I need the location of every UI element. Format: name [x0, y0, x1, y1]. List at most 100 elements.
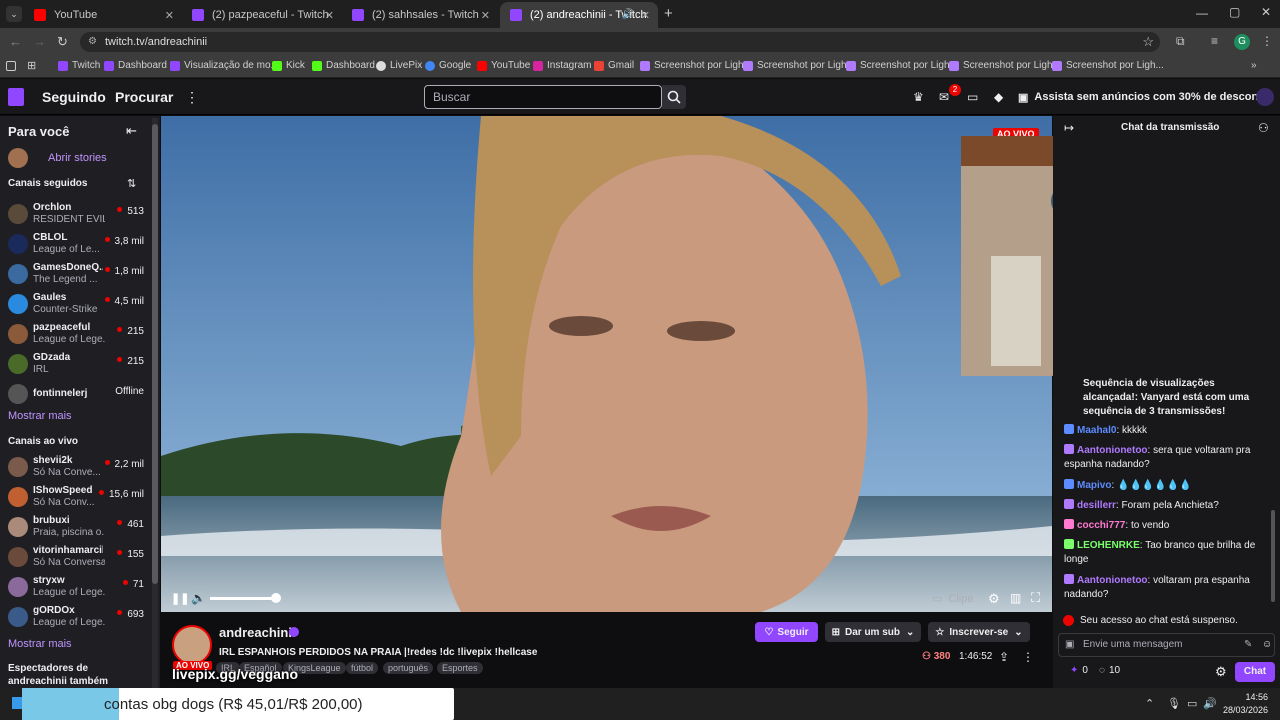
fullscreen-icon[interactable]: ⛶: [1031, 590, 1040, 606]
channel-avatar[interactable]: [172, 625, 212, 665]
bookmarks-overflow-icon[interactable]: »: [1251, 60, 1257, 71]
chat-send-button[interactable]: Chat: [1235, 662, 1275, 682]
more-options-icon[interactable]: ⋮: [1022, 650, 1034, 664]
chat-settings-icon[interactable]: ⚙: [1215, 664, 1227, 680]
maximize-button[interactable]: ▢: [1229, 5, 1240, 19]
sidebar-channel-pazpeaceful[interactable]: pazpeaceful League of Lege... 215: [0, 320, 150, 350]
bookmark-google[interactable]: Google: [425, 60, 471, 71]
sidebar-channel-ishowspeed[interactable]: IShowSpeed Só Na Conv... 15,6 mil: [0, 483, 150, 513]
sidebar-channel-cblol[interactable]: CBLOL League of Le... 3,8 mil: [0, 230, 150, 260]
window-close-button[interactable]: ✕: [1261, 5, 1271, 19]
close-icon[interactable]: ✕: [325, 9, 334, 22]
theatre-mode-icon[interactable]: ▥: [1010, 591, 1021, 605]
bookmark-instagram[interactable]: Instagram: [533, 60, 591, 71]
tag-portugues[interactable]: português: [383, 662, 434, 674]
volume-slider[interactable]: [210, 597, 276, 600]
volume-slider-handle[interactable]: [271, 593, 281, 603]
bookmark-livepix[interactable]: LivePix: [376, 60, 422, 71]
crown-icon[interactable]: ♛: [913, 90, 924, 104]
mic-icon[interactable]: 🎙: [1167, 697, 1181, 710]
address-bar[interactable]: ⚙ twitch.tv/andreachinii ☆: [80, 32, 1160, 52]
user-avatar[interactable]: [1256, 88, 1274, 106]
subscribe-button[interactable]: ☆ Inscrever-se ⌄: [928, 622, 1030, 642]
open-stories-link[interactable]: Abrir stories: [48, 152, 107, 164]
gift-sub-button[interactable]: ⊞ Dar um sub ⌄: [825, 622, 921, 642]
chat-users-icon[interactable]: ⚇: [1258, 121, 1269, 135]
browser-tab-pazpeaceful[interactable]: (2) pazpeaceful - Twitch ✕: [182, 2, 342, 28]
sort-icon[interactable]: ⇅: [127, 177, 136, 190]
sidebar-channel-brubuxi[interactable]: brubuxi Praia, piscina o... 461: [0, 513, 150, 543]
tray-volume-icon[interactable]: 🔊: [1203, 697, 1217, 710]
share-icon[interactable]: ⇪: [999, 650, 1009, 664]
tag-esportes[interactable]: Esportes: [437, 662, 483, 674]
show-more-followed[interactable]: Mostrar mais: [8, 410, 72, 422]
sidebar-channel-gdzada[interactable]: GDzada IRL 215: [0, 350, 150, 380]
sidebar-channel-gaules[interactable]: Gaules Counter-Strike 4,5 mil: [0, 290, 150, 320]
twitch-logo[interactable]: [8, 88, 24, 106]
channel-name[interactable]: andreachinii: [219, 625, 296, 640]
media-controls-icon[interactable]: ≡: [1211, 34, 1218, 48]
sidebar-channel-orchlon[interactable]: OrchlonRESIDENT EVIL... 513: [0, 200, 150, 230]
close-icon[interactable]: ✕: [481, 9, 490, 22]
bookmark-dashboard[interactable]: Dashboard: [104, 60, 167, 71]
display-icon[interactable]: ▭: [1187, 697, 1197, 710]
whispers-icon[interactable]: ▭: [967, 90, 978, 104]
bookmark-youtube[interactable]: YouTube: [477, 60, 530, 71]
sidebar-channel-stryxw[interactable]: stryxw League of Lege... 71: [0, 573, 150, 603]
bookmark-screenshot-5[interactable]: Screenshot por Ligh...: [1052, 60, 1164, 71]
chat-username[interactable]: cocchi777: [1077, 520, 1125, 531]
prime-promo-button[interactable]: ▣ Assista sem anúncios com 30% de descont…: [1018, 88, 1269, 106]
grid-icon[interactable]: ⊞: [27, 59, 36, 72]
search-input[interactable]: Buscar: [424, 85, 662, 109]
search-button[interactable]: [662, 85, 686, 109]
bits-icon[interactable]: ◆: [994, 90, 1003, 104]
forward-button[interactable]: →: [33, 34, 46, 49]
bookmark-screenshot-3[interactable]: Screenshot por Ligh...: [846, 60, 958, 71]
chat-username[interactable]: Aantonionetoo: [1077, 575, 1148, 586]
reload-button[interactable]: ↻: [57, 34, 68, 50]
close-icon[interactable]: ✕: [165, 9, 174, 22]
tag-futbol[interactable]: fútbol: [346, 662, 379, 674]
clip-button[interactable]: ▭ Clipe: [932, 592, 973, 606]
browser-tab-sahhsales[interactable]: (2) sahhsales - Twitch ✕: [342, 2, 498, 28]
emote-picker-icon[interactable]: ▣: [1065, 634, 1074, 656]
sidebar-channel-gamesdoneq[interactable]: GamesDoneQ... The Legend ... 1,8 mil: [0, 260, 150, 290]
collapse-chat-icon[interactable]: ↦: [1064, 121, 1074, 135]
speaker-icon[interactable]: 🔊: [622, 9, 634, 20]
bookmark-screenshot-4[interactable]: Screenshot por Ligh...: [949, 60, 1061, 71]
apps-icon[interactable]: [6, 61, 16, 71]
chat-username[interactable]: Mapivo: [1077, 480, 1111, 491]
bookmark-gmail[interactable]: Gmail: [594, 60, 634, 71]
sidebar-scrollbar[interactable]: [152, 118, 158, 688]
chat-message-input[interactable]: ▣ Envie uma mensagem ✎ ☺: [1058, 633, 1275, 657]
close-icon[interactable]: ✕: [641, 9, 650, 22]
sidebar-channel-fontinnelerj[interactable]: fontinnelerj Offline: [0, 380, 150, 410]
nav-following[interactable]: Seguindo: [42, 89, 106, 105]
chat-username[interactable]: Aantonionetoo: [1077, 445, 1148, 456]
more-menu-icon[interactable]: ⋮: [185, 89, 199, 106]
bookmark-screenshot-2[interactable]: Screenshot por Ligh...: [743, 60, 855, 71]
video-player[interactable]: [161, 116, 1052, 612]
tab-search-button[interactable]: ⌄: [6, 6, 22, 22]
extensions-icon[interactable]: ⧉: [1176, 34, 1185, 49]
tray-overflow-icon[interactable]: ⌃: [1145, 697, 1154, 710]
show-more-live[interactable]: Mostrar mais: [8, 638, 72, 650]
back-button[interactable]: ←: [9, 34, 22, 49]
chat-username[interactable]: Maahal0: [1077, 425, 1116, 436]
inbox-icon[interactable]: ✉: [939, 90, 949, 104]
site-info-icon[interactable]: ⚙: [88, 32, 97, 52]
bookmark-screenshot-1[interactable]: Screenshot por Ligh...: [640, 60, 752, 71]
browser-tab-andreachinii[interactable]: (2) andreachinii - Twitch 🔊 ✕: [500, 2, 658, 28]
follow-button[interactable]: ♡ Seguir: [755, 622, 818, 642]
chat-username[interactable]: LEOHENRKE: [1077, 540, 1140, 551]
pause-button[interactable]: ❚❚: [171, 592, 189, 605]
channel-points[interactable]: ✦ 0: [1070, 665, 1088, 676]
sidebar-channel-shevii2k[interactable]: shevii2k Só Na Conve... 2,2 mil: [0, 453, 150, 483]
browser-tab-youtube[interactable]: YouTube ✕: [24, 2, 182, 28]
bookmark-twitch[interactable]: Twitch: [58, 60, 100, 71]
sidebar-channel-vitorinhamarcilio[interactable]: vitorinhamarcilioSó Na Conversa 155: [0, 543, 150, 573]
new-tab-button[interactable]: +: [664, 5, 673, 22]
emoji-icon[interactable]: ☺: [1262, 634, 1272, 656]
settings-gear-icon[interactable]: ⚙: [988, 591, 1000, 607]
minimize-button[interactable]: —: [1196, 6, 1208, 20]
